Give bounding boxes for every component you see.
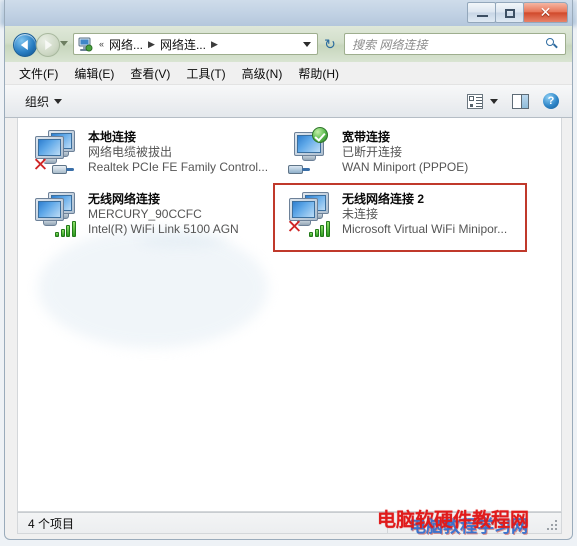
item-count-label: 4 个项目 [28,516,75,531]
connection-name: 无线网络连接 [88,192,161,206]
list-item-text: 宽带连接 已断开连接 WAN Miniport (PPPOE) [342,128,468,175]
search-input[interactable]: 搜索 网络连接 [345,36,427,53]
connections-list[interactable]: ✕ 本地连接 网络电缆被拔出 Realtek PCIe FE Family Co… [17,118,562,512]
list-item[interactable]: ✕ 无线网络连接 2 未连接 Microsoft Virtual WiFi Mi… [280,186,534,248]
recent-pages-chevron-down-icon[interactable] [60,41,68,46]
connection-status: 已断开连接 [342,145,403,159]
connection-name: 本地连接 [88,130,137,144]
list-item-text: 本地连接 网络电缆被拔出 Realtek PCIe FE Family Cont… [88,128,268,175]
connection-name: 无线网络连接 2 [342,192,425,206]
connection-device: Microsoft Virtual WiFi Minipor... [342,222,508,236]
breadcrumb-overflow[interactable]: « [95,39,108,49]
menu-item-file[interactable]: 文件(F) [19,65,58,82]
command-toolbar: 组织 ? [5,85,572,118]
desktop-background: ✕ « 网络... ▶ 网络连... ▶ ↻ 搜索 网络连接 文件(F) 编辑(… [0,0,577,546]
restore-icon [505,9,515,18]
list-item-text: 无线网络连接 2 未连接 Microsoft Virtual WiFi Mini… [342,190,507,237]
green-check-icon [312,127,328,143]
list-item-text: 无线网络连接 MERCURY_90CCFC Intel(R) WiFi Link… [88,190,239,237]
refresh-button[interactable]: ↻ [319,33,341,55]
connection-device: Intel(R) WiFi Link 5100 AGN [88,222,239,236]
menu-item-advanced[interactable]: 高级(N) [242,65,283,82]
chevron-down-icon [490,98,498,104]
resize-grip[interactable] [547,520,558,531]
connection-device: WAN Miniport (PPPOE) [342,160,469,174]
connection-status: 网络电缆被拔出 [88,145,173,159]
explorer-window: ✕ « 网络... ▶ 网络连... ▶ ↻ 搜索 网络连接 文件(F) 编辑(… [4,0,573,540]
close-icon: ✕ [539,4,552,20]
menu-item-view[interactable]: 查看(V) [130,65,170,82]
status-bar: 4 个项目 [17,512,562,534]
breadcrumb-network-connections[interactable]: 网络连... [159,36,207,53]
connection-status: 未连接 [342,207,379,221]
forward-button[interactable] [36,33,60,57]
close-button[interactable]: ✕ [523,2,568,23]
list-item[interactable]: 宽带连接 已断开连接 WAN Miniport (PPPOE) [280,124,534,186]
network-dual-monitor-icon: ✕ [32,128,80,176]
toolbar-right-group: ? [453,93,572,109]
minimize-button[interactable] [467,2,496,23]
list-item[interactable]: 无线网络连接 MERCURY_90CCFC Intel(R) WiFi Link… [26,186,280,248]
organize-label: 组织 [25,94,50,109]
preview-pane-button[interactable] [512,93,529,109]
network-location-icon [76,36,93,53]
wifi-bars-icon [309,221,331,237]
red-x-icon: ✕ [32,155,49,176]
arrow-right-icon [45,40,53,50]
list-item[interactable]: ✕ 本地连接 网络电缆被拔出 Realtek PCIe FE Family Co… [26,124,280,186]
address-chevron-down-icon[interactable] [303,41,311,47]
help-icon: ? [543,93,559,109]
window-titlebar[interactable]: ✕ [5,0,572,26]
help-button[interactable]: ? [543,93,559,109]
chevron-down-icon [54,98,63,104]
minimize-icon [477,15,488,17]
status-divider [387,515,388,533]
network-single-monitor-icon [286,127,334,176]
red-x-icon: ✕ [286,217,303,238]
window-controls: ✕ [467,2,568,23]
wifi-bars-icon [55,221,77,237]
arrow-left-icon [20,40,28,50]
address-bar[interactable]: « 网络... ▶ 网络连... ▶ [73,33,318,55]
views-icon [467,93,483,109]
connection-name: 宽带连接 [342,130,391,144]
back-button[interactable] [13,33,37,57]
connection-device: Realtek PCIe FE Family Control... [88,160,269,174]
menu-item-help[interactable]: 帮助(H) [298,65,339,82]
menu-item-tools[interactable]: 工具(T) [186,65,225,82]
preview-pane-icon [512,93,529,109]
search-icon [546,38,558,50]
change-view-button[interactable] [467,93,498,109]
navigation-bar: « 网络... ▶ 网络连... ▶ ↻ 搜索 网络连接 [5,26,572,62]
menu-item-edit[interactable]: 编辑(E) [74,65,114,82]
restore-button[interactable] [495,2,524,23]
breadcrumb-separator-1[interactable]: ▶ [144,39,159,50]
connection-status: MERCURY_90CCFC [88,207,202,221]
menu-bar: 文件(F) 编辑(E) 查看(V) 工具(T) 高级(N) 帮助(H) [5,62,572,85]
breadcrumb-separator-2[interactable]: ▶ [207,39,222,50]
search-box[interactable]: 搜索 网络连接 [344,33,566,55]
organize-button[interactable]: 组织 [25,93,63,110]
broadband-plug-icon [288,163,310,176]
network-dual-monitor-icon: ✕ [286,190,334,238]
breadcrumb-network[interactable]: 网络... [108,36,144,53]
network-dual-monitor-icon [32,190,80,238]
connection-tiles: ✕ 本地连接 网络电缆被拔出 Realtek PCIe FE Family Co… [18,118,561,248]
ethernet-plug-icon [52,163,74,176]
